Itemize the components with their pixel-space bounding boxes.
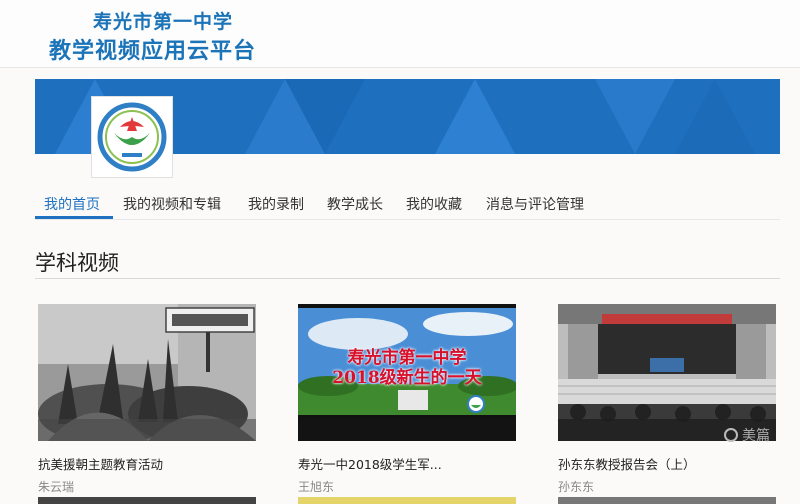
video-card[interactable]: 抗美援朝主题教育活动 朱云瑞 [38,304,256,495]
section-title: 学科视频 [35,251,119,275]
nav-item-messages-comments[interactable]: 消息与评论管理 [486,194,584,214]
section-divider [35,278,780,279]
thumbnail-caption-bar [38,419,256,441]
nav-active-indicator [35,216,113,219]
next-row-thumbnail[interactable] [558,497,776,504]
video-title[interactable]: 孙东东教授报告会（上） [558,454,776,473]
watermark-text: 美篇 [742,428,770,444]
site-header: 寿光市第一中学 教学视频应用云平台 [0,0,800,68]
video-title[interactable]: 抗美援朝主题教育活动 [38,454,256,473]
video-thumbnail[interactable]: 寿光市第一中学 2018级新生的一天 [298,304,516,441]
main-nav: 我的首页 我的视频和专辑 我的录制 教学成长 我的收藏 消息与评论管理 [35,188,780,220]
nav-item-favorites[interactable]: 我的收藏 [406,194,462,214]
school-logo [91,96,173,178]
video-author[interactable]: 朱云瑞 [38,478,256,495]
video-author[interactable]: 孙东东 [558,478,776,495]
thumbnail-overlay-title: 寿光市第一中学 [347,348,467,368]
site-title-school: 寿光市第一中学 [93,11,234,33]
video-thumbnail[interactable] [38,304,256,441]
site-title-platform: 教学视频应用云平台 [49,39,257,64]
thumbnail-overlay-subtitle: 2018级新生的一天 [332,368,482,388]
video-title[interactable]: 寿光一中2018级学生军... [298,454,516,473]
next-row-thumbnail[interactable] [38,497,256,504]
nav-item-home[interactable]: 我的首页 [44,194,100,214]
video-thumbnail[interactable] [558,304,776,441]
thumbnail-caption-bar [298,419,516,441]
nav-item-recordings[interactable]: 我的录制 [248,194,304,214]
video-card[interactable]: 寿光市第一中学 2018级新生的一天 寿光一中2018级学生军... 王旭东 [298,304,516,495]
video-card[interactable]: 孙东东教授报告会（上） 孙东东 [558,304,776,495]
nav-item-teaching-growth[interactable]: 教学成长 [327,194,383,214]
school-emblem-icon [97,102,167,172]
video-author[interactable]: 王旭东 [298,478,516,495]
watermark-logo-icon [724,428,738,442]
nav-item-videos-albums[interactable]: 我的视频和专辑 [123,194,221,214]
next-row-thumbnail[interactable] [298,497,516,504]
watermark: 美篇 [724,425,770,445]
